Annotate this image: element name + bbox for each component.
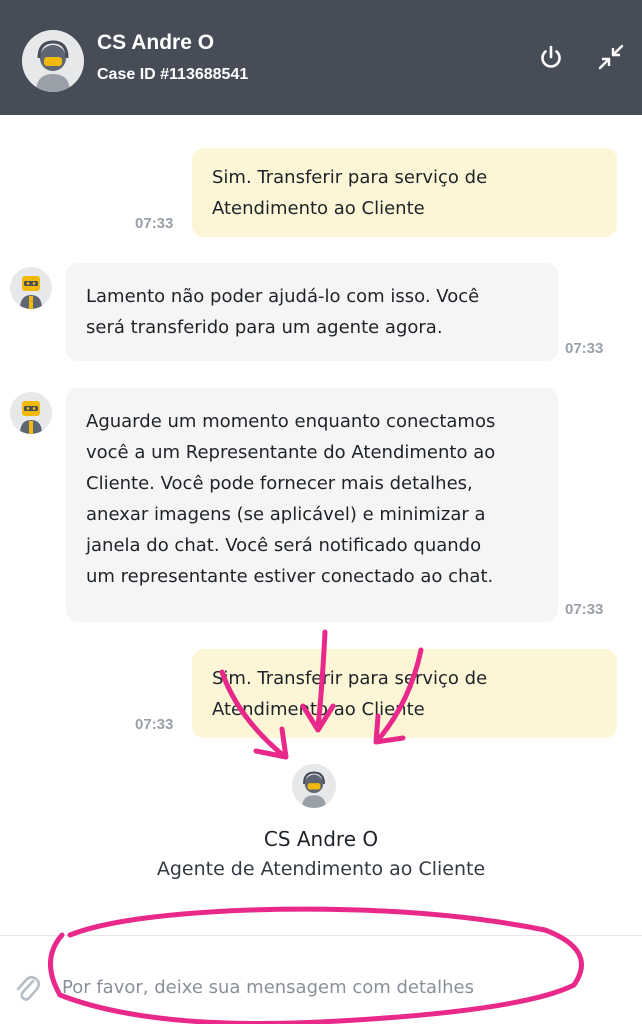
agent-name: CS Andre O [97,31,215,54]
agent-avatar-icon [292,764,336,808]
message-line: você a um Representante do Atendimento a… [86,442,496,463]
message-line: Cliente. Você pode fornecer mais detalhe… [86,473,473,494]
message-line: Sim. Transferir para serviço de [212,167,488,188]
message-timestamp: 07:33 [135,716,174,733]
message-timestamp: 07:33 [565,340,604,357]
bot-message: Lamento não poder ajudá-lo com isso. Voc… [66,263,558,361]
bot-avatar [10,267,52,309]
bot-avatar-icon [10,267,52,309]
message-line: Atendimento ao Cliente [212,198,425,219]
agent-card-avatar [292,764,336,808]
bot-avatar [10,392,52,434]
chat-message-list[interactable]: 07:33 Sim. Transferir para serviço de At… [0,115,642,935]
message-line: será transferido para um agente agora. [86,317,443,338]
paperclip-icon [16,975,41,1001]
message-line: um representante estiver conectado ao ch… [86,566,494,587]
agent-card-role: Agente de Atendimento ao Cliente [156,858,486,880]
minimize-button[interactable] [596,42,626,72]
message-line: Aguarde um momento enquanto conectamos [86,411,496,432]
bot-message: Aguarde um momento enquanto conectamos v… [66,388,558,622]
agent-avatar-icon [22,30,84,92]
power-icon [541,45,561,68]
message-input[interactable] [60,966,604,1008]
message-timestamp: 07:33 [135,215,174,232]
message-line: Atendimento ao Cliente [212,699,425,720]
bot-avatar-icon [10,392,52,434]
message-composer [0,935,642,1024]
user-message: Sim. Transferir para serviço de Atendime… [192,148,617,237]
message-line: Lamento não poder ajudá-lo com isso. Voc… [86,286,480,307]
message-line: Sim. Transferir para serviço de [212,668,488,689]
message-line: janela do chat. Você será notificado qua… [86,535,482,556]
message-line: anexar imagens (se aplicável) e minimiza… [86,504,486,525]
case-id: Case ID #113688541 [97,66,249,83]
chat-header: CS Andre O Case ID #113688541 [0,0,642,115]
agent-card-name: CS Andre O [263,827,379,851]
message-timestamp: 07:33 [565,601,604,618]
minimize-arrows-icon [598,44,624,70]
end-chat-button[interactable] [536,42,566,72]
user-message: Sim. Transferir para serviço de Atendime… [192,649,617,738]
attach-button[interactable] [14,972,41,1002]
agent-avatar [22,30,84,92]
